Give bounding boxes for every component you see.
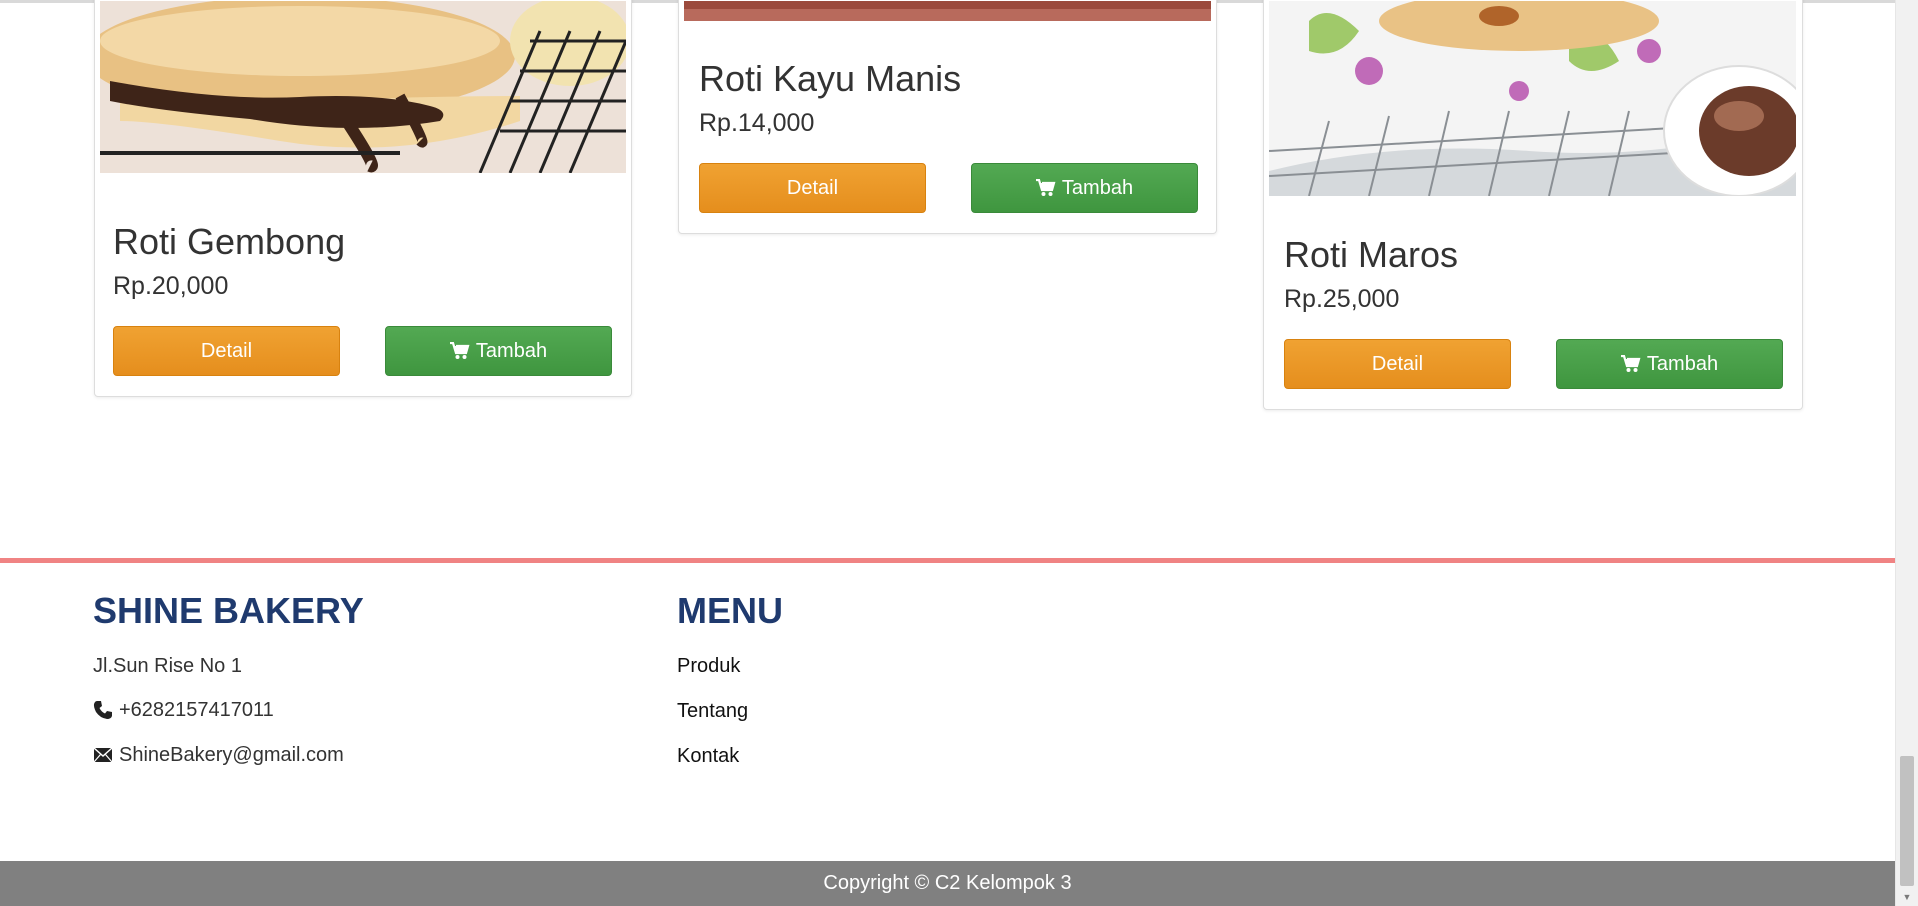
cart-icon <box>1035 179 1056 196</box>
footer-address: Jl.Sun Rise No 1 <box>93 656 242 676</box>
cart-icon <box>449 342 470 359</box>
phone-text: +6282157417011 <box>119 699 274 721</box>
product-name: Roti Kayu Manis <box>699 58 962 99</box>
product-price: Rp.20,000 <box>113 272 229 300</box>
footer-brand: SHINE BAKERY <box>93 590 364 631</box>
product-card-maros: Roti Maros Rp.25,000 Detail Tambah <box>1263 0 1803 410</box>
add-to-cart-button[interactable]: Tambah <box>971 163 1198 213</box>
detail-button-label: Detail <box>1371 352 1424 375</box>
detail-button[interactable]: Detail <box>699 163 926 213</box>
scroll-down-arrow-icon[interactable]: ▼ <box>1900 891 1914 903</box>
cart-icon <box>1620 355 1641 372</box>
detail-button[interactable]: Detail <box>113 326 340 376</box>
add-to-cart-button[interactable]: Tambah <box>1556 339 1783 389</box>
add-button-label: Tambah <box>1061 176 1134 199</box>
add-button-label: Tambah <box>1646 352 1719 375</box>
footer-link-tentang[interactable]: Tentang <box>677 701 748 721</box>
add-button-label: Tambah <box>475 339 548 362</box>
detail-button-label: Detail <box>200 339 253 362</box>
product-image-kayu-manis <box>684 1 1211 21</box>
product-image-gembong <box>100 1 626 173</box>
footer-phone: +6282157417011 <box>93 700 274 720</box>
envelope-icon <box>93 747 113 763</box>
detail-button-label: Detail <box>786 176 839 199</box>
product-image-maros <box>1269 1 1796 196</box>
footer-link-kontak[interactable]: Kontak <box>677 746 739 766</box>
product-name: Roti Gembong <box>113 221 346 262</box>
footer-link-produk[interactable]: Produk <box>677 656 740 676</box>
copyright-bar: Copyright © C2 Kelompok 3 <box>0 861 1895 906</box>
footer-menu-heading: MENU <box>677 590 783 631</box>
detail-button[interactable]: Detail <box>1284 339 1511 389</box>
phone-icon <box>93 701 112 719</box>
product-name: Roti Maros <box>1284 234 1459 275</box>
add-to-cart-button[interactable]: Tambah <box>385 326 612 376</box>
scrollbar-thumb[interactable] <box>1900 756 1914 886</box>
footer-divider <box>0 558 1895 563</box>
product-price: Rp.14,000 <box>699 109 815 137</box>
product-price: Rp.25,000 <box>1284 285 1400 313</box>
footer-email: ShineBakery@gmail.com <box>93 745 344 765</box>
address-text: Jl.Sun Rise No 1 <box>93 655 242 677</box>
vertical-scrollbar[interactable]: ▼ <box>1895 0 1918 906</box>
product-card-gembong: Roti Gembong Rp.20,000 Detail Tambah <box>94 0 632 397</box>
email-text: ShineBakery@gmail.com <box>119 744 344 766</box>
copyright-text: Copyright © C2 Kelompok 3 <box>823 872 1072 894</box>
page-viewport: Roti Gembong Rp.20,000 Detail Tambah Rot… <box>0 0 1895 906</box>
product-card-kayu-manis: Roti Kayu Manis Rp.14,000 Detail Tambah <box>678 0 1217 234</box>
